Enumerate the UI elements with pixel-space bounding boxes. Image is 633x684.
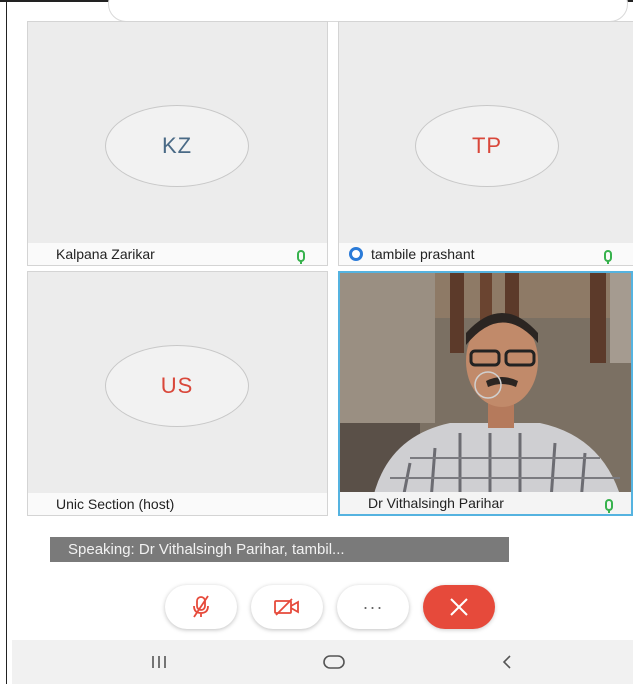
speaking-indicator: Speaking: Dr Vithalsingh Parihar, tambil… — [50, 537, 509, 562]
video-toggle-button[interactable] — [251, 585, 323, 629]
video-feed — [340, 273, 631, 514]
avatar: TP — [415, 105, 559, 187]
presence-icon — [349, 247, 363, 261]
mic-muted-icon — [193, 595, 209, 618]
mute-button[interactable] — [165, 585, 237, 629]
participant-name-bar: Unic Section (host) — [28, 493, 327, 515]
participant-name: Kalpana Zarikar — [56, 246, 155, 262]
back-button[interactable] — [492, 650, 522, 674]
participant-name: Dr Vithalsingh Parihar — [368, 495, 504, 511]
back-icon — [502, 655, 511, 669]
participant-video-tile[interactable]: Dr Vithalsingh Parihar — [338, 271, 633, 516]
participant-name-bar: Dr Vithalsingh Parihar — [340, 492, 631, 514]
participant-tile[interactable]: KZ Kalpana Zarikar — [27, 21, 328, 266]
participant-name: Unic Section (host) — [56, 496, 175, 512]
avatar-initials: TP — [471, 133, 503, 158]
end-call-button[interactable] — [423, 585, 495, 629]
video-off-icon — [274, 598, 299, 616]
more-icon: ··· — [362, 596, 384, 617]
avatar: US — [105, 345, 249, 427]
close-icon — [450, 598, 468, 616]
home-button[interactable] — [319, 650, 349, 674]
participant-name: tambile prashant — [371, 246, 475, 262]
frame-left-border — [6, 0, 7, 684]
participant-tile[interactable]: TP tambile prashant — [338, 21, 633, 266]
mic-icon — [297, 250, 305, 264]
participant-tile[interactable]: US Unic Section (host) — [27, 271, 328, 516]
recents-icon — [152, 656, 166, 668]
more-options-button[interactable]: ··· — [337, 585, 409, 629]
avatar-initials: KZ — [161, 133, 193, 158]
home-icon — [323, 655, 345, 669]
participant-name-bar: Kalpana Zarikar — [28, 243, 327, 265]
mic-icon — [605, 499, 613, 513]
recents-button[interactable] — [144, 650, 174, 674]
system-navigation-bar — [12, 640, 633, 684]
mic-icon — [604, 250, 612, 264]
avatar: KZ — [105, 105, 249, 187]
avatar-initials: US — [160, 373, 194, 398]
participant-name-bar: tambile prashant — [339, 243, 633, 265]
top-bar[interactable] — [108, 0, 628, 22]
